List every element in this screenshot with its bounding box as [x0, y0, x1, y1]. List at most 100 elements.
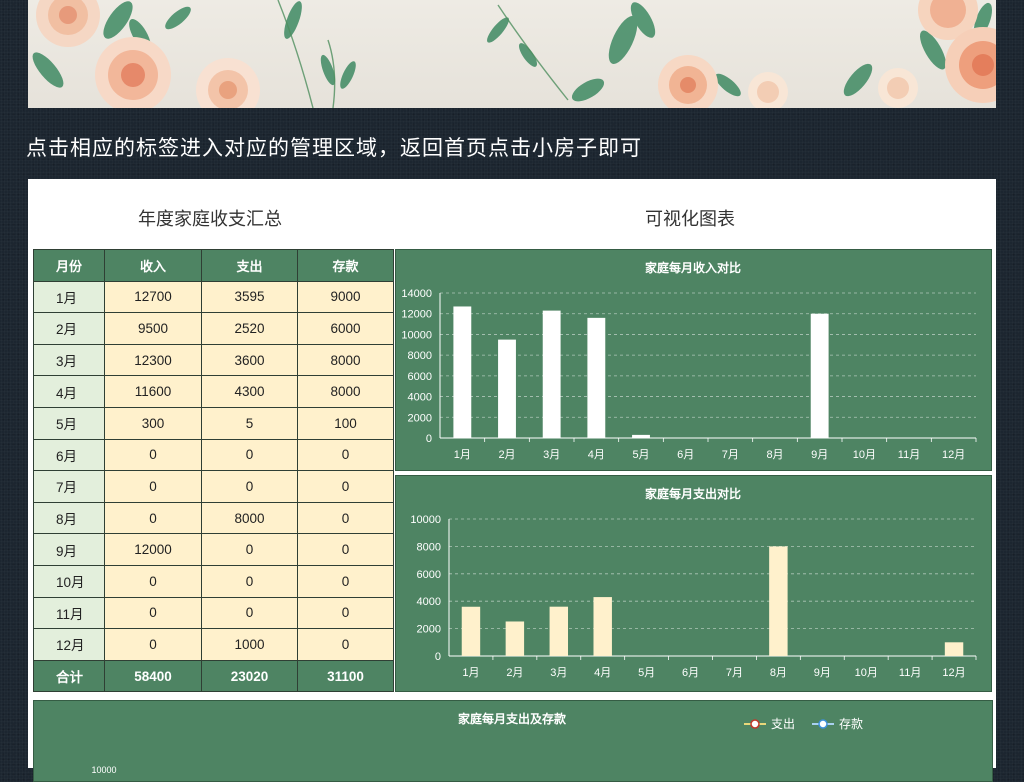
x-tick-label: 7月 — [726, 667, 743, 679]
saving-cell: 0 — [298, 629, 394, 661]
x-tick-label: 8月 — [770, 667, 787, 679]
instruction-text: 点击相应的标签进入对应的管理区域，返回首页点击小房子即可 — [26, 132, 926, 162]
x-tick-label: 4月 — [594, 667, 611, 679]
y-tick-label: 10000 — [410, 514, 441, 526]
x-tick-label: 6月 — [682, 667, 699, 679]
table-row: 11月000 — [34, 597, 394, 629]
header-saving: 存款 — [298, 250, 394, 282]
month-cell: 3月 — [34, 344, 105, 376]
income-cell: 9500 — [105, 313, 202, 345]
table-row: 9月1200000 — [34, 534, 394, 566]
y-tick-label: 4000 — [408, 392, 432, 404]
x-tick-label: 9月 — [814, 667, 831, 679]
y-tick-label: 14000 — [401, 288, 432, 300]
saving-cell: 0 — [298, 534, 394, 566]
x-tick-label: 1月 — [454, 449, 471, 461]
expense-cell: 0 — [202, 471, 298, 503]
saving-cell: 9000 — [298, 281, 394, 313]
expense-bar — [945, 642, 963, 656]
saving-cell: 0 — [298, 597, 394, 629]
y-tick-label: 10000 — [401, 329, 432, 341]
expense-saving-chart-svg: 家庭每月支出及存款 支出 存款 10000 — [34, 701, 992, 781]
month-cell: 1月 — [34, 281, 105, 313]
income-bar — [453, 306, 471, 438]
month-cell: 4月 — [34, 376, 105, 408]
y-tick-label: 10000 — [91, 765, 116, 775]
expense-chart: 家庭每月支出对比 10000800060004000200001月2月3月4月5… — [395, 475, 992, 692]
expense-cell: 3600 — [202, 344, 298, 376]
income-bar — [811, 314, 829, 438]
expense-cell: 0 — [202, 439, 298, 471]
income-bar — [498, 340, 516, 438]
expense-cell: 1000 — [202, 629, 298, 661]
month-cell: 8月 — [34, 502, 105, 534]
month-cell: 12月 — [34, 629, 105, 661]
income-cell: 0 — [105, 629, 202, 661]
table-row: 5月3005100 — [34, 407, 394, 439]
y-tick-label: 0 — [435, 651, 441, 663]
income-chart-svg: 家庭每月收入对比 1400012000100008000600040002000… — [396, 250, 991, 470]
income-chart: 家庭每月收入对比 1400012000100008000600040002000… — [395, 249, 992, 471]
saving-cell: 0 — [298, 439, 394, 471]
legend-saving-marker — [819, 720, 827, 728]
table-row: 2月950025206000 — [34, 313, 394, 345]
x-tick-label: 4月 — [588, 449, 605, 461]
x-tick-label: 2月 — [506, 667, 523, 679]
expense-chart-title: 家庭每月支出对比 — [645, 486, 741, 501]
income-chart-title: 家庭每月收入对比 — [645, 260, 741, 275]
income-cell: 0 — [105, 565, 202, 597]
income-bar — [632, 435, 650, 438]
y-tick-label: 4000 — [417, 596, 441, 608]
expense-bar — [593, 597, 611, 656]
x-tick-label: 1月 — [462, 667, 479, 679]
x-tick-label: 5月 — [632, 449, 649, 461]
saving-cell: 0 — [298, 502, 394, 534]
table-row: 8月080000 — [34, 502, 394, 534]
month-cell: 2月 — [34, 313, 105, 345]
table-row: 6月000 — [34, 439, 394, 471]
income-cell: 12000 — [105, 534, 202, 566]
saving-cell: 100 — [298, 407, 394, 439]
x-tick-label: 10月 — [853, 449, 876, 461]
floral-banner — [28, 0, 996, 108]
month-cell: 9月 — [34, 534, 105, 566]
x-tick-label: 3月 — [550, 667, 567, 679]
saving-cell: 8000 — [298, 344, 394, 376]
income-cell: 0 — [105, 471, 202, 503]
x-tick-label: 6月 — [677, 449, 694, 461]
saving-cell: 0 — [298, 565, 394, 597]
table-row: 4月1160043008000 — [34, 376, 394, 408]
saving-cell: 6000 — [298, 313, 394, 345]
expense-bar — [462, 607, 480, 656]
legend-expense-marker — [751, 720, 759, 728]
income-cell: 12700 — [105, 281, 202, 313]
table-row: 7月000 — [34, 471, 394, 503]
income-cell: 12300 — [105, 344, 202, 376]
y-tick-label: 6000 — [408, 371, 432, 383]
x-tick-label: 2月 — [498, 449, 515, 461]
income-cell: 11600 — [105, 376, 202, 408]
expense-cell: 2520 — [202, 313, 298, 345]
expense-bar — [506, 621, 524, 656]
x-tick-label: 3月 — [543, 449, 560, 461]
expense-chart-svg: 家庭每月支出对比 10000800060004000200001月2月3月4月5… — [396, 476, 991, 691]
summary-table: 月份 收入 支出 存款 1月1270035959000 2月9500252060… — [33, 249, 394, 692]
y-tick-label: 6000 — [417, 569, 441, 581]
month-cell: 5月 — [34, 407, 105, 439]
income-cell: 0 — [105, 439, 202, 471]
table-row: 10月000 — [34, 565, 394, 597]
total-income: 58400 — [105, 660, 202, 692]
income-cell: 300 — [105, 407, 202, 439]
expense-cell: 8000 — [202, 502, 298, 534]
chart-section-title: 可视化图表 — [645, 205, 735, 231]
saving-cell: 8000 — [298, 376, 394, 408]
month-cell: 10月 — [34, 565, 105, 597]
total-row: 合计584002302031100 — [34, 660, 394, 692]
x-tick-label: 10月 — [855, 667, 878, 679]
y-tick-label: 2000 — [408, 412, 432, 424]
x-tick-label: 5月 — [638, 667, 655, 679]
table-row: 12月010000 — [34, 629, 394, 661]
expense-cell: 0 — [202, 534, 298, 566]
month-cell: 7月 — [34, 471, 105, 503]
expense-saving-chart-title: 家庭每月支出及存款 — [458, 711, 567, 726]
